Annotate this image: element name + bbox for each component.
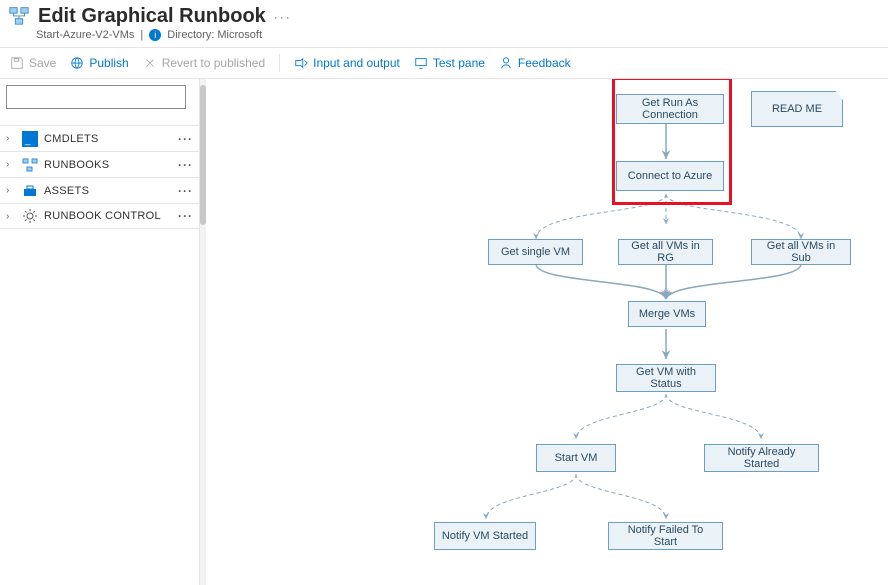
info-icon: i: [149, 29, 161, 41]
person-icon: [499, 56, 513, 70]
flow-canvas[interactable]: Get Run As Connection Connect to Azure R…: [206, 79, 888, 585]
more-actions-button[interactable]: ···: [274, 10, 292, 24]
svg-text:_: _: [24, 135, 31, 146]
node-merge[interactable]: Merge VMs: [628, 301, 706, 327]
sidebar-item-assets[interactable]: › ASSETS ···: [0, 177, 199, 203]
publish-button[interactable]: Publish: [70, 56, 128, 70]
sidebar-item-runbooks[interactable]: › RUNBOOKS ···: [0, 151, 199, 177]
save-button[interactable]: Save: [10, 56, 56, 70]
gear-icon: [22, 208, 38, 224]
toolbox-icon: [22, 183, 38, 199]
node-all-sub[interactable]: Get all VMs in Sub: [751, 239, 851, 265]
node-all-rg[interactable]: Get all VMs in RG: [618, 239, 713, 265]
runbook-icon: [8, 4, 30, 29]
directory-label: Directory: Microsoft: [167, 29, 262, 41]
node-start-vm[interactable]: Start VM: [536, 444, 616, 472]
monitor-icon: [414, 56, 428, 70]
toolbar-separator: [279, 54, 280, 72]
runbook-name: Start-Azure-V2-VMs: [36, 29, 134, 41]
node-single-vm[interactable]: Get single VM: [488, 239, 583, 265]
cancel-icon: [143, 56, 157, 70]
chevron-right-icon: ›: [6, 185, 16, 196]
item-more-button[interactable]: ···: [178, 209, 193, 223]
page-title: Edit Graphical Runbook: [38, 5, 266, 28]
chevron-right-icon: ›: [6, 159, 16, 170]
node-vm-started[interactable]: Notify VM Started: [434, 522, 536, 550]
node-connect-azure[interactable]: Connect to Azure: [616, 161, 724, 191]
save-icon: [10, 56, 24, 70]
sidebar-item-cmdlets[interactable]: › _ CMDLETS ···: [0, 125, 199, 151]
node-run-as[interactable]: Get Run As Connection: [616, 94, 724, 124]
chevron-right-icon: ›: [6, 133, 16, 144]
feedback-button[interactable]: Feedback: [499, 56, 571, 70]
sidebar-item-runbook-control[interactable]: › RUNBOOK CONTROL ···: [0, 203, 199, 229]
revert-button[interactable]: Revert to published: [143, 56, 265, 70]
globe-icon: [70, 56, 84, 70]
ps-icon: _: [22, 131, 38, 147]
search-input[interactable]: [6, 85, 186, 109]
toolbar: Save Publish Revert to published Input a…: [0, 47, 888, 79]
runbook-icon: [22, 157, 38, 173]
divider: |: [140, 29, 143, 41]
test-pane-button[interactable]: Test pane: [414, 56, 485, 70]
node-failed-start[interactable]: Notify Failed To Start: [608, 522, 723, 550]
io-icon: [294, 56, 308, 70]
sidebar: › _ CMDLETS ··· › RUNBOOKS ··· › ASSETS …: [0, 79, 200, 585]
node-readme[interactable]: READ ME: [751, 91, 843, 127]
input-output-button[interactable]: Input and output: [294, 56, 400, 70]
chevron-right-icon: ›: [6, 211, 16, 222]
item-more-button[interactable]: ···: [178, 184, 193, 198]
node-status[interactable]: Get VM with Status: [616, 364, 716, 392]
item-more-button[interactable]: ···: [178, 158, 193, 172]
node-already-started[interactable]: Notify Already Started: [704, 444, 819, 472]
item-more-button[interactable]: ···: [178, 132, 193, 146]
